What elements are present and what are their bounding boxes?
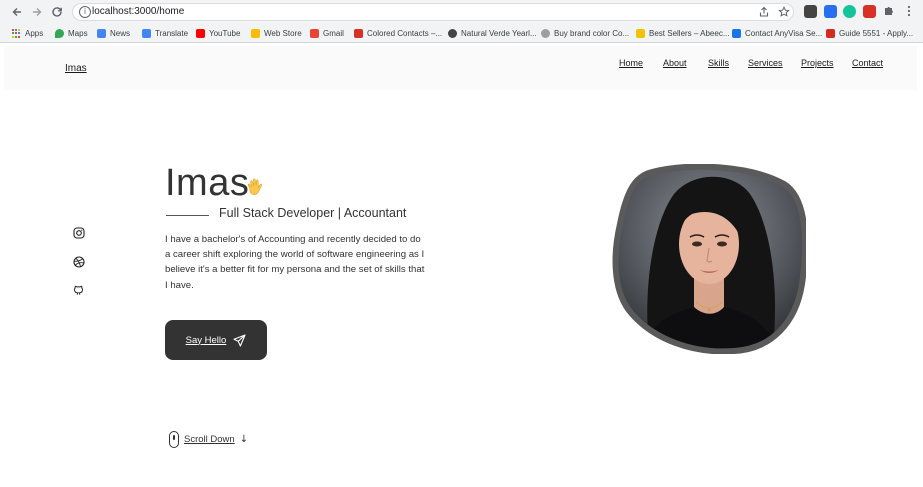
translate-icon [142,29,151,38]
bookmark-youtube[interactable]: YouTube [196,27,240,40]
browser-chrome: i localhost:3000/home Apps Maps News Tra… [0,0,923,43]
grammarly-icon[interactable] [843,5,856,18]
hero-subtitle: Full Stack Developer | Accountant [219,206,407,220]
share-icon[interactable] [757,6,771,20]
menu-kebab-icon[interactable] [902,5,915,18]
web-store-icon [251,29,260,38]
colored-contacts-icon [354,29,363,38]
say-hello-label: Say Hello [185,334,227,346]
bookmark-gmail[interactable]: Gmail [310,27,344,40]
forward-icon[interactable] [28,3,46,21]
github-icon[interactable] [73,283,85,295]
site-header: Imas Home About Skills Services Projects… [4,46,917,90]
dribbble-icon[interactable] [73,255,85,268]
nav-services[interactable]: Services [748,58,783,68]
extension-icon-2[interactable] [824,5,837,18]
maps-icon [55,29,64,38]
nav-projects[interactable]: Projects [801,58,834,68]
bookmark-buy-brand[interactable]: Buy brand color Co... [541,27,629,40]
bookmark-contact-anyvisa[interactable]: Contact AnyVisa Se... [732,27,822,40]
nav-contact[interactable]: Contact [852,58,883,68]
apps-grid-icon [12,29,21,38]
bookmark-translate[interactable]: Translate [142,27,188,40]
guide-icon [826,29,835,38]
browser-toolbar: i localhost:3000/home [0,0,923,24]
nav-home[interactable]: Home [619,58,643,68]
news-icon [97,29,106,38]
say-hello-button[interactable]: Say Hello [165,320,267,360]
bookmark-news[interactable]: News [97,27,130,40]
extension-icon-4[interactable] [863,5,876,18]
hero-name: Imas [165,162,250,204]
gmail-icon [310,29,319,38]
mouse-icon [169,431,179,448]
reload-icon[interactable] [48,3,66,21]
send-icon [233,333,246,347]
scroll-down-link[interactable]: Scroll Down ↓ [169,431,248,448]
instagram-icon[interactable] [73,226,85,239]
bookmark-maps[interactable]: Maps [55,27,88,40]
bookmark-apps[interactable]: Apps [12,27,43,40]
extensions-puzzle-icon[interactable] [882,5,895,18]
back-icon[interactable] [8,3,26,21]
scroll-down-label: Scroll Down [184,434,235,445]
site-info-icon[interactable]: i [79,6,91,18]
extension-icon-1[interactable] [804,5,817,18]
site-logo[interactable]: Imas [65,63,87,74]
page: Imas Home About Skills Services Projects… [4,46,917,484]
best-sellers-icon [636,29,645,38]
nav-skills[interactable]: Skills [708,58,729,68]
bookmark-star-icon[interactable] [777,6,791,20]
anyvisa-icon [732,29,741,38]
globe-icon [448,29,457,38]
bookmark-web-store[interactable]: Web Store [251,27,302,40]
bookmarks-bar: Apps Maps News Translate YouTube Web Sto… [0,24,923,43]
hero-description: I have a bachelor's of Accounting and re… [165,234,425,291]
nav-about[interactable]: About [663,58,687,68]
address-bar-url[interactable]: localhost:3000/home [92,6,184,17]
profile-photo [612,164,806,354]
bookmark-guide-5551[interactable]: Guide 5551 - Apply... [826,27,913,40]
bookmark-best-sellers[interactable]: Best Sellers – Abeec... [636,27,730,40]
waving-hand-icon [244,176,268,200]
youtube-icon [196,29,205,38]
buy-brand-icon [541,29,550,38]
arrow-down-icon: ↓ [239,434,249,445]
bookmark-colored-contacts[interactable]: Colored Contacts –... [354,27,442,40]
bookmark-natural-verde[interactable]: Natural Verde Yearl... [448,27,537,40]
address-bar[interactable]: i localhost:3000/home [72,3,794,21]
subtitle-divider [166,215,209,216]
